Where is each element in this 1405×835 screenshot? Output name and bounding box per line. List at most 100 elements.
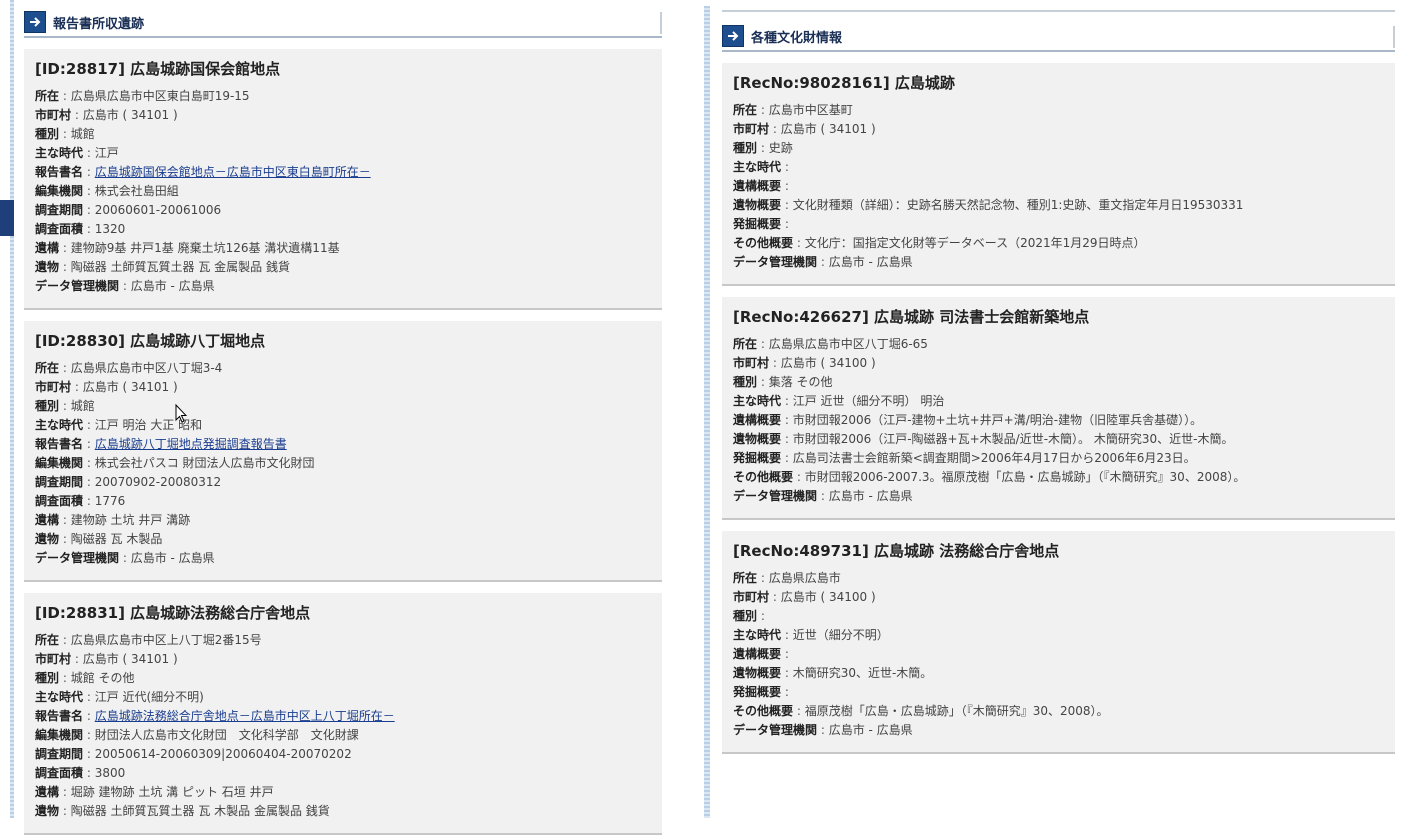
report-title-link[interactable]: 広島城跡国保会館地点－広島市中区東白島町所在－ — [95, 165, 371, 179]
field-label: 種別 — [733, 141, 758, 155]
field-value: 広島市 ( 34101 ) — [82, 652, 178, 666]
field-value: 広島県広島市中区東白島町19-15 — [70, 89, 250, 103]
field-label: 所在 — [35, 89, 60, 103]
field-row: 遺構 : 建物跡9基 井戸1基 廃棄土坑126基 溝状遺構11基 — [35, 239, 651, 258]
field-separator: : — [83, 690, 95, 704]
field-label: 調査期間 — [35, 203, 84, 217]
field-label: 市町村 — [733, 590, 770, 604]
field-separator: : — [781, 198, 793, 212]
field-label: 主な時代 — [733, 628, 782, 642]
field-row: 発掘概要 : 広島司法書士会館新築<調査期間>2006年4月17日から2006年… — [733, 449, 1384, 468]
field-row: 遺物概要 : 文化財種類（詳細）：史跡名勝天然記念物、種別1:史跡、重文指定年月… — [733, 196, 1384, 215]
field-value: 広島市 ( 34101 ) — [82, 380, 178, 394]
field-row: データ管理機関 : 広島市 - 広島県 — [733, 487, 1384, 506]
field-separator: : — [83, 475, 95, 489]
field-value: 市財団報2006（江戸-建物+土坑+井戸+溝/明治-建物（旧陸軍兵舎基礎））。 — [792, 413, 1203, 427]
field-value: 城館 — [70, 399, 95, 413]
field-row: 主な時代 : 江戸 明治 大正 昭和 — [35, 416, 651, 435]
field-label: その他概要 — [733, 704, 794, 718]
field-row: 主な時代 : 江戸 近代(細分不明) — [35, 688, 651, 707]
field-separator: : — [817, 489, 829, 503]
field-value: 広島市 - 広島県 — [828, 489, 913, 503]
field-row: 所在 : 広島県広島市中区八丁堀6-65 — [733, 335, 1384, 354]
field-separator: : — [757, 337, 769, 351]
section-title: 報告書所収遺跡 — [53, 16, 145, 32]
field-label: 主な時代 — [35, 690, 84, 704]
field-row: 遺物 : 陶磁器 土師質瓦質土器 瓦 木製品 金属製品 銭貨 — [35, 802, 651, 821]
field-separator: : — [769, 356, 781, 370]
field-value: 広島市 ( 34101 ) — [780, 122, 876, 136]
field-separator: : — [119, 279, 131, 293]
field-separator: : — [83, 494, 95, 508]
record-card: [ID:28817] 広島城跡国保会館地点 所在 : 広島県広島市中区東白島町19… — [24, 49, 662, 310]
field-row: 主な時代 : 近世（細分不明） — [733, 626, 1384, 645]
field-value: 建物跡9基 井戸1基 廃棄土坑126基 溝状遺構11基 — [70, 241, 340, 255]
field-label: 市町村 — [733, 356, 770, 370]
field-row: 所在 : 広島県広島市 — [733, 569, 1384, 588]
field-row: 調査期間 : 20060601-20061006 — [35, 201, 651, 220]
field-separator: : — [59, 260, 71, 274]
field-value: 江戸 近代(細分不明) — [94, 690, 204, 704]
field-value: 広島県広島市 — [768, 571, 841, 585]
field-separator: : — [59, 532, 71, 546]
field-label: 遺構概要 — [733, 413, 782, 427]
report-title-link[interactable]: 広島城跡法務総合庁舎地点－広島市中区上八丁堀所在－ — [95, 709, 395, 723]
field-row: 遺物 : 陶磁器 土師質瓦質土器 瓦 金属製品 銭貨 — [35, 258, 651, 277]
field-label: 報告書名 — [35, 437, 84, 451]
field-value: 市財団報2006（江戸-陶磁器+瓦+木製品/近世-木簡）。 木簡研究30、近世-… — [792, 432, 1234, 446]
field-value: 陶磁器 土師質瓦質土器 瓦 金属製品 銭貨 — [70, 260, 290, 274]
field-separator: : — [59, 513, 71, 527]
field-separator: : — [83, 728, 95, 742]
field-separator: : — [119, 551, 131, 565]
field-row: 発掘概要 : — [733, 215, 1384, 234]
column-divider — [704, 6, 710, 818]
field-separator: : — [793, 470, 805, 484]
field-label: 種別 — [733, 609, 758, 623]
field-row: データ管理機関 : 広島市 - 広島県 — [35, 277, 651, 296]
field-label: 調査面積 — [35, 222, 84, 236]
field-label: 所在 — [35, 361, 60, 375]
field-label: 遺物概要 — [733, 666, 782, 680]
field-separator: : — [793, 704, 805, 718]
field-label: データ管理機関 — [35, 279, 120, 293]
field-separator: : — [59, 127, 71, 141]
field-value: 広島県広島市中区上八丁堀2番15号 — [70, 633, 262, 647]
field-separator: : — [781, 217, 789, 231]
field-value: 城館 — [70, 127, 95, 141]
field-separator: : — [83, 184, 95, 198]
field-row: 種別 : 史跡 — [733, 139, 1384, 158]
field-label: 所在 — [733, 103, 758, 117]
field-row: 報告書名 : 広島城跡法務総合庁舎地点－広島市中区上八丁堀所在－ — [35, 707, 651, 726]
field-row: 遺構概要 : — [733, 645, 1384, 664]
field-row: 編集機関 : 株式会社パスコ 財団法人広島市文化財団 — [35, 454, 651, 473]
field-value: 3800 — [94, 766, 126, 780]
field-row: 市町村 : 広島市 ( 34100 ) — [733, 354, 1384, 373]
field-separator: : — [59, 399, 71, 413]
field-label: 遺物 — [35, 804, 60, 818]
field-value: 史跡 — [768, 141, 793, 155]
field-label: データ管理機関 — [733, 255, 818, 269]
field-value: 広島市 - 広島県 — [828, 723, 913, 737]
field-value: 20050614-20060309|20060404-20070202 — [94, 747, 352, 761]
field-row: 所在 : 広島県広島市中区上八丁堀2番15号 — [35, 631, 651, 650]
section-header: 各種文化財情報 — [722, 22, 1395, 52]
field-label: その他概要 — [733, 470, 794, 484]
field-value: 1320 — [94, 222, 126, 236]
record-title: [RecNo:489731] 広島城跡 法務総合庁舎地点 — [733, 542, 1060, 560]
field-value: 江戸 — [94, 146, 119, 160]
field-row: 所在 : 広島県広島市中区東白島町19-15 — [35, 87, 651, 106]
field-row: その他概要 : 福原茂樹「広島・広島城跡」（『木簡研究』30、2008）。 — [733, 702, 1384, 721]
field-label: 調査面積 — [35, 766, 84, 780]
field-row: 遺構概要 : 市財団報2006（江戸-建物+土坑+井戸+溝/明治-建物（旧陸軍兵… — [733, 411, 1384, 430]
field-row: 調査面積 : 1776 — [35, 492, 651, 511]
field-value: 木簡研究30、近世-木簡。 — [792, 666, 933, 680]
field-row: 調査期間 : 20050614-20060309|20060404-200702… — [35, 745, 651, 764]
field-label: 種別 — [35, 127, 60, 141]
side-tab[interactable] — [0, 200, 14, 236]
field-label: 発掘概要 — [733, 451, 782, 465]
field-row: 市町村 : 広島市 ( 34101 ) — [35, 650, 651, 669]
report-title-link[interactable]: 広島城跡八丁堀地点発掘調査報告書 — [95, 437, 287, 451]
field-label: 遺構概要 — [733, 179, 782, 193]
field-value: 広島市 ( 34101 ) — [82, 108, 178, 122]
field-separator: : — [83, 165, 95, 179]
